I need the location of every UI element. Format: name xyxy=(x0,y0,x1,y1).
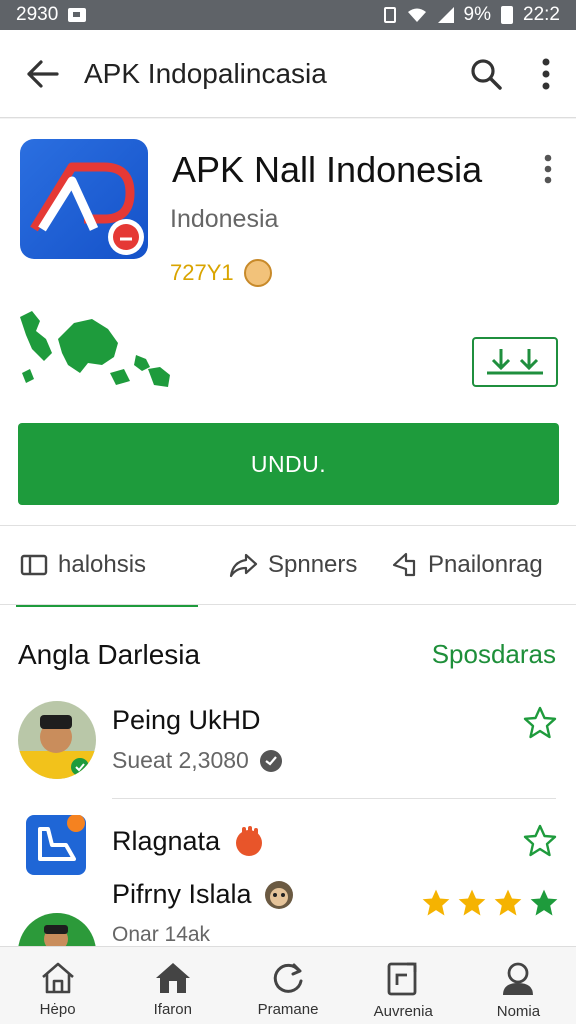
star-filled-icon xyxy=(422,889,450,916)
app-more-button[interactable] xyxy=(528,147,568,191)
cursor-icon xyxy=(392,552,416,577)
overflow-menu-button[interactable] xyxy=(516,30,576,118)
item-meta: Sueat 2,3080 xyxy=(112,747,249,773)
tab-related[interactable]: Pnailonrag xyxy=(388,525,576,605)
status-bar: 2930 9% 22:2 xyxy=(0,0,576,30)
back-arrow-icon xyxy=(27,59,59,88)
tab-label: Spnners xyxy=(268,551,358,578)
map-icon xyxy=(20,311,170,387)
nav-library[interactable]: Auvrenia xyxy=(346,947,461,1024)
tab-bar: halohsis Spnners Pnailonrag xyxy=(0,525,576,607)
app-thumbnail xyxy=(26,814,86,875)
nav-label: Auvrenia xyxy=(373,1003,433,1020)
home-filled-icon xyxy=(155,963,190,993)
nav-label: Hėpo xyxy=(39,1001,76,1018)
face-emoji-icon xyxy=(264,880,293,909)
app-bar: APK Indopalincasia xyxy=(0,30,576,118)
star-rating xyxy=(420,887,560,919)
app-icon xyxy=(20,139,148,259)
search-icon xyxy=(471,58,502,90)
rating-badge-icon xyxy=(243,259,272,287)
status-time: 2930 xyxy=(16,4,59,25)
item-title: Rlagnata xyxy=(112,825,221,856)
item-title-row: Pifrny Islala xyxy=(112,879,294,910)
status-clock: 22:2 xyxy=(523,4,560,25)
nav-home[interactable]: Hėpo xyxy=(0,947,115,1024)
app-name: APK Nall Indonesia xyxy=(172,149,483,190)
avatar xyxy=(18,913,96,946)
hand-icon xyxy=(236,826,263,856)
star-filled-icon xyxy=(530,889,558,916)
divider xyxy=(112,798,556,799)
install-button[interactable]: UNDU. xyxy=(18,423,559,505)
nav-updates[interactable]: Pramane xyxy=(230,947,345,1024)
wifi-icon xyxy=(407,8,426,22)
nav-label: Pramane xyxy=(257,1001,319,1018)
star-filled-icon xyxy=(458,889,486,916)
share-icon xyxy=(229,553,258,578)
list-item[interactable]: Rlagnata xyxy=(0,813,576,883)
list-item[interactable]: Peing UkHD Sueat 2,3080 xyxy=(0,701,576,781)
nav-profile[interactable]: Nomia xyxy=(461,947,576,1024)
nav-label: Ifaron xyxy=(153,1001,192,1018)
tab-label: halohsis xyxy=(58,551,147,578)
nav-label: Nomia xyxy=(496,1003,541,1020)
download-icon xyxy=(487,349,543,375)
star-outline-icon[interactable] xyxy=(522,823,558,859)
divider xyxy=(0,604,576,605)
app-bar-title: APK Indopalincasia xyxy=(84,57,327,89)
item-title-row: Rlagnata xyxy=(112,825,264,857)
item-subtitle: Sueat 2,3080 xyxy=(112,747,283,774)
tab-label: Pnailonrag xyxy=(428,551,543,578)
more-vert-icon xyxy=(542,58,550,89)
battery-percent: 9% xyxy=(463,4,492,25)
book-icon xyxy=(20,554,48,576)
app-detail-content: APK Nall Indonesia Indonesia 727Y1 UNDU. xyxy=(0,119,576,946)
rating-text: 727Y1 xyxy=(170,260,234,285)
avatar xyxy=(18,701,96,779)
signal-icon xyxy=(437,7,454,23)
download-size-button[interactable] xyxy=(472,337,558,387)
app-publisher[interactable]: Indonesia xyxy=(170,205,278,234)
section-see-all-link[interactable]: Sposdaras xyxy=(432,639,556,670)
back-button[interactable] xyxy=(0,30,84,118)
edit-doc-icon xyxy=(387,962,417,996)
home-outline-icon xyxy=(41,962,74,994)
section-title: Angla Darlesia xyxy=(18,639,201,670)
item-title: Peing UkHD xyxy=(112,705,261,735)
vibrate-icon xyxy=(383,7,396,23)
item-title: Pifrny Islala xyxy=(112,879,252,909)
tab-details[interactable]: halohsis xyxy=(0,525,198,607)
notification-icon xyxy=(68,8,87,22)
nav-apps[interactable]: Ifaron xyxy=(115,947,230,1024)
battery-icon xyxy=(501,6,514,24)
bottom-nav: Hėpo Ifaron Pramane Auvrenia Nomia xyxy=(0,946,576,1024)
search-button[interactable] xyxy=(456,30,516,118)
profile-icon xyxy=(503,962,534,995)
more-vert-icon xyxy=(544,154,552,184)
tab-share[interactable]: Spnners xyxy=(198,525,388,605)
item-meta: Onar 14ak xyxy=(112,923,211,946)
settings-badge-icon xyxy=(259,749,282,772)
list-item[interactable]: Pifrny Islala Onar 14ak xyxy=(0,875,576,946)
star-filled-icon xyxy=(494,889,522,916)
refresh-icon xyxy=(273,963,303,993)
star-outline-icon[interactable] xyxy=(522,705,558,741)
app-rating: 727Y1 xyxy=(170,259,272,287)
